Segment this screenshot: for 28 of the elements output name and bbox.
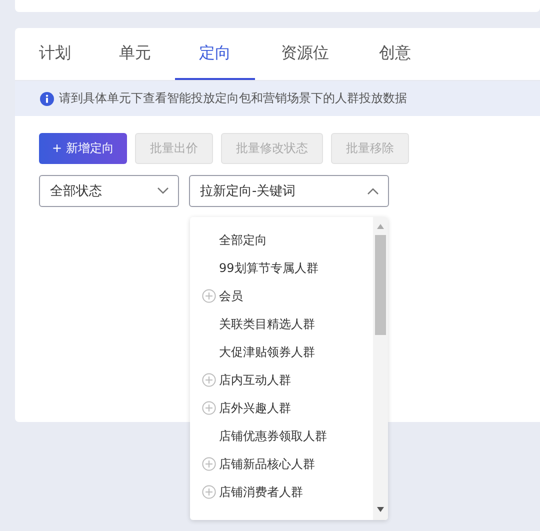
dropdown-item[interactable]: 店铺新品核心人群: [190, 450, 373, 478]
select-field[interactable]: 全部状态: [39, 175, 179, 207]
plus-circle-icon[interactable]: [202, 401, 216, 415]
dropdown-item[interactable]: 店外兴趣人群: [190, 394, 373, 422]
scrollbar[interactable]: [373, 217, 388, 520]
plus-circle-icon[interactable]: [202, 485, 216, 499]
dropdown-item[interactable]: 关联类目精选人群: [190, 310, 373, 338]
select-field[interactable]: 拉新定向-关键词: [189, 175, 389, 207]
plus-circle-icon[interactable]: [202, 373, 216, 387]
dropdown-item[interactable]: 大促津贴领券人群: [190, 338, 373, 366]
scrollbar-thumb[interactable]: [375, 235, 386, 335]
scroll-up-icon[interactable]: [377, 224, 384, 229]
tab[interactable]: 单元: [95, 28, 175, 80]
tab[interactable]: 资源位: [255, 28, 355, 80]
dropdown-item[interactable]: 店内互动人群: [190, 366, 373, 394]
dropdown-item[interactable]: 会员: [190, 282, 373, 310]
button[interactable]: + 新增定向: [39, 133, 127, 164]
dropdown-item[interactable]: 店铺消费者人群: [190, 478, 373, 506]
info-icon: [40, 92, 54, 106]
scroll-down-icon[interactable]: [377, 507, 384, 512]
plus-circle-icon[interactable]: [202, 289, 216, 303]
notice-text: 请到具体单元下查看智能投放定向包和营销场景下的人群投放数据: [59, 90, 407, 107]
dropdown-item[interactable]: 店铺优惠券领取人群: [190, 422, 373, 450]
dropdown-item[interactable]: 全部定向: [190, 226, 373, 254]
dropdown-item[interactable]: 99划算节专属人群: [190, 254, 373, 282]
plus-circle-icon[interactable]: [202, 457, 216, 471]
tab[interactable]: 创意: [355, 28, 435, 80]
tab[interactable]: 计划: [15, 28, 95, 80]
